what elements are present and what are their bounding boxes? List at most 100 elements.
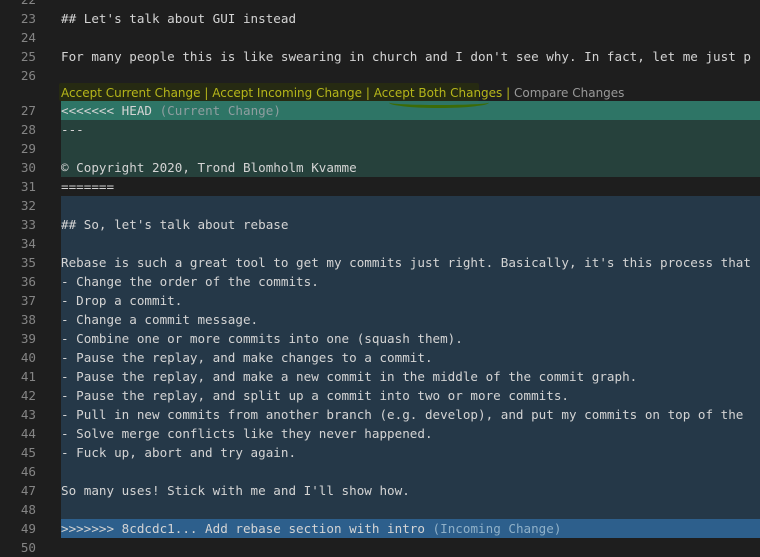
line-text: ## So, let's talk about rebase bbox=[61, 215, 760, 234]
line-text: For many people this is like swearing in… bbox=[61, 49, 751, 64]
code-line: 38 - Change a commit message. bbox=[0, 310, 760, 329]
line-number: 28 bbox=[0, 120, 36, 139]
line-text: - Pause the replay, and split up a commi… bbox=[61, 386, 760, 405]
line-number: 36 bbox=[0, 272, 36, 291]
code-editor[interactable]: 2223 ## Let's talk about GUI instead 2425 F… bbox=[0, 0, 760, 557]
accept-current-change-button[interactable]: Accept Current Change bbox=[61, 86, 201, 100]
line-number: 40 bbox=[0, 348, 36, 367]
line-number: 50 bbox=[0, 538, 36, 557]
line-number: 26 bbox=[0, 66, 36, 85]
conflict-marker: >>>>>>> 8cdcdc1... Add rebase section wi… bbox=[61, 521, 425, 536]
line-number: 29 bbox=[0, 139, 36, 158]
line-number: 39 bbox=[0, 329, 36, 348]
line-number: 44 bbox=[0, 424, 36, 443]
line-number: 45 bbox=[0, 443, 36, 462]
line-number: 43 bbox=[0, 405, 36, 424]
code-line: 25 For many people this is like swearing … bbox=[0, 47, 760, 66]
code-line: 50 bbox=[0, 538, 760, 557]
line-number: 47 bbox=[0, 481, 36, 500]
code-line: 42 - Pause the replay, and split up a com… bbox=[0, 386, 760, 405]
code-line: 36 - Change the order of the commits. bbox=[0, 272, 760, 291]
code-line: 34 bbox=[0, 234, 760, 253]
code-line: 32 bbox=[0, 196, 760, 215]
line-text bbox=[61, 538, 760, 557]
incoming-change-label: (Incoming Change) bbox=[424, 521, 562, 536]
line-text: - Change a commit message. bbox=[61, 310, 760, 329]
code-line: 30 © Copyright 2020, Trond Blomholm Kvamm… bbox=[0, 158, 760, 177]
underline-annotation bbox=[389, 97, 489, 108]
lines-after-conflict: 50 bbox=[0, 538, 760, 557]
line-text: --- bbox=[61, 120, 760, 139]
line-text: - Pull in new commits from another branc… bbox=[61, 405, 760, 424]
line-number: 46 bbox=[0, 462, 36, 481]
line-number: 32 bbox=[0, 196, 36, 215]
line-number: 35 bbox=[0, 253, 36, 272]
line-number: 34 bbox=[0, 234, 36, 253]
line-number: 27 bbox=[0, 101, 36, 120]
line-text bbox=[61, 234, 760, 253]
line-number: 38 bbox=[0, 310, 36, 329]
line-text bbox=[61, 139, 760, 158]
incoming-change-block: 32 33 ## So, let's talk about rebase 34 35 Re… bbox=[0, 196, 760, 519]
line-number: 25 bbox=[0, 47, 36, 66]
line-text: - Combine one or more commits into one (… bbox=[61, 329, 760, 348]
conflict-divider: 31 ======= bbox=[0, 177, 760, 196]
code-line: 43 - Pull in new commits from another bra… bbox=[0, 405, 760, 424]
incoming-change-header: 49 >>>>>>> 8cdcdc1... Add rebase section… bbox=[0, 519, 760, 538]
separator: | bbox=[362, 86, 374, 100]
current-change-label: (Current Change) bbox=[152, 103, 281, 118]
line-number: 24 bbox=[0, 28, 36, 47]
line-text bbox=[61, 462, 760, 481]
line-text: ======= bbox=[61, 179, 115, 194]
code-line: 41 - Pause the replay, and make a new com… bbox=[0, 367, 760, 386]
accept-incoming-change-button[interactable]: Accept Incoming Change bbox=[212, 86, 362, 100]
merge-conflict-codelens: Accept Current Change | Accept Incoming … bbox=[0, 83, 760, 108]
conflict-marker: <<<<<<< HEAD bbox=[61, 103, 152, 118]
compare-changes-button[interactable]: Compare Changes bbox=[514, 86, 624, 100]
line-number: 37 bbox=[0, 291, 36, 310]
line-number: 33 bbox=[0, 215, 36, 234]
code-line: 35 Rebase is such a great tool to get my … bbox=[0, 253, 760, 272]
line-number: 48 bbox=[0, 500, 36, 519]
line-text: © Copyright 2020, Trond Blomholm Kvamme bbox=[61, 158, 760, 177]
line-text bbox=[61, 28, 760, 47]
code-line: 29 bbox=[0, 139, 760, 158]
line-text: ## Let's talk about GUI instead bbox=[61, 11, 297, 26]
line-text: - Pause the replay, and make a new commi… bbox=[61, 367, 760, 386]
line-text: So many uses! Stick with me and I'll sho… bbox=[61, 481, 760, 500]
separator: | bbox=[502, 86, 514, 100]
line-text: Rebase is such a great tool to get my co… bbox=[61, 253, 760, 272]
code-line: 47 So many uses! Stick with me and I'll s… bbox=[0, 481, 760, 500]
line-number: 31 bbox=[0, 177, 36, 196]
code-line: 22 bbox=[0, 0, 760, 9]
code-line: 44 - Solve merge conflicts like they neve… bbox=[0, 424, 760, 443]
line-text bbox=[61, 500, 760, 519]
code-line: 37 - Drop a commit. bbox=[0, 291, 760, 310]
line-number: 49 bbox=[0, 519, 36, 538]
line-number: 30 bbox=[0, 158, 36, 177]
line-number: 41 bbox=[0, 367, 36, 386]
line-text bbox=[61, 0, 760, 9]
line-number: 42 bbox=[0, 386, 36, 405]
line-text: - Fuck up, abort and try again. bbox=[61, 443, 760, 462]
line-text: - Drop a commit. bbox=[61, 291, 760, 310]
lines-before-conflict: 2223 ## Let's talk about GUI instead 2425 F… bbox=[0, 0, 760, 85]
current-change-block: 28 --- 29 30 © Copyright 2020, Trond Blomhol… bbox=[0, 120, 760, 177]
code-line: 28 --- bbox=[0, 120, 760, 139]
code-line: 46 bbox=[0, 462, 760, 481]
line-text: - Solve merge conflicts like they never … bbox=[61, 424, 760, 443]
line-text: - Change the order of the commits. bbox=[61, 272, 760, 291]
line-text: - Pause the replay, and make changes to … bbox=[61, 348, 760, 367]
code-line: 33 ## So, let's talk about rebase bbox=[0, 215, 760, 234]
code-line: 23 ## Let's talk about GUI instead bbox=[0, 9, 760, 28]
separator: | bbox=[200, 86, 213, 100]
current-change-header: 27 <<<<<<< HEAD (Current Change) bbox=[0, 101, 760, 120]
code-line: 40 - Pause the replay, and make changes t… bbox=[0, 348, 760, 367]
code-line: 39 - Combine one or more commits into one… bbox=[0, 329, 760, 348]
code-line: 24 bbox=[0, 28, 760, 47]
line-number: 22 bbox=[0, 0, 36, 9]
line-text bbox=[61, 196, 760, 215]
line-number: 23 bbox=[0, 9, 36, 28]
code-line: 45 - Fuck up, abort and try again. bbox=[0, 443, 760, 462]
code-line: 48 bbox=[0, 500, 760, 519]
